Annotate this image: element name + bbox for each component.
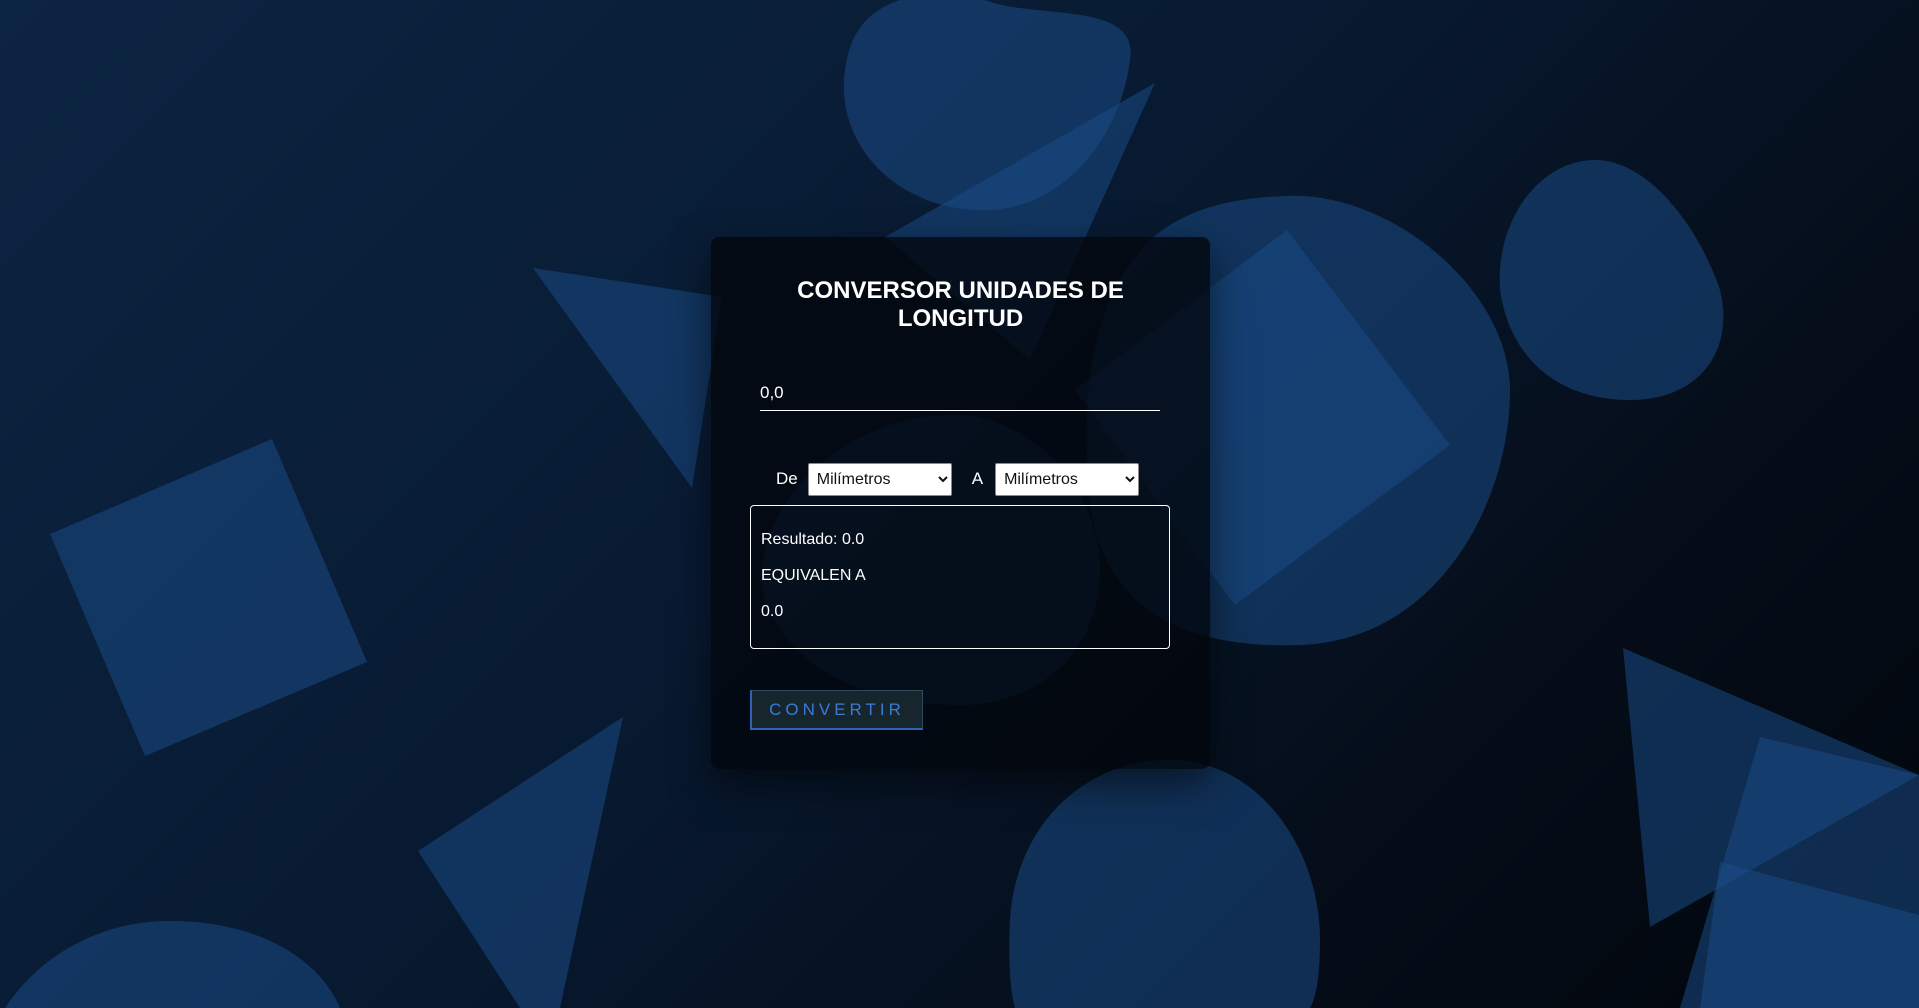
bg-triangle-left-top xyxy=(533,268,722,488)
value-input[interactable] xyxy=(760,375,1160,411)
from-label: De xyxy=(776,469,798,488)
from-unit-select[interactable]: Milímetros xyxy=(807,462,952,496)
bg-blob-right-top xyxy=(1499,160,1724,400)
bg-blob-bottom-left xyxy=(5,921,340,1008)
result-text: Resultado: 0.0 xyxy=(761,531,865,548)
page-title-text: CONVERSOR UNIDADES DE LONGITUD xyxy=(797,277,1124,332)
result-box: Resultado: 0.0 EQUIVALEN A 0.0 xyxy=(750,505,1170,649)
converter-card: CONVERSOR UNIDADES DE LONGITUD De Milíme… xyxy=(711,237,1210,769)
page-title: CONVERSOR UNIDADES DE LONGITUD xyxy=(711,277,1210,333)
bg-blob-bottom-center xyxy=(1009,760,1320,1008)
bg-triangle-left-bottom xyxy=(418,717,623,1008)
bg-square-left xyxy=(50,439,367,756)
unit-select-row: De Milímetros A Milímetros xyxy=(776,462,1140,496)
equivalence-text: EQUIVALEN A xyxy=(761,567,866,584)
to-unit-select[interactable]: Milímetros xyxy=(995,462,1140,496)
convert-button[interactable]: CONVERTIR xyxy=(750,690,923,730)
to-label: A xyxy=(971,469,984,488)
result-value: 0.0 xyxy=(761,603,784,620)
